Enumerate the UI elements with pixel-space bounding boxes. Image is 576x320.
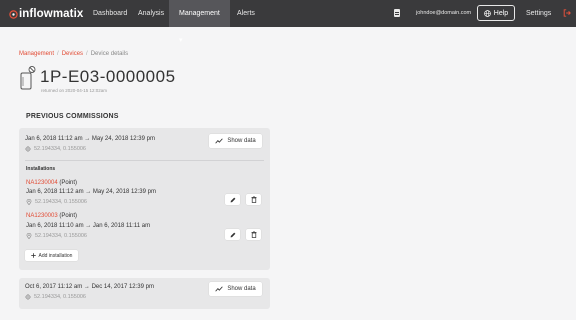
commission-card: Jan 6, 2018 11:12 am → May 24, 2018 12:3… [19,128,270,270]
commission-coords: 52.194334, 0.155006 [25,294,86,300]
previous-commissions-heading: PREVIOUS COMMISSIONS [26,113,119,120]
trash-icon [250,196,257,203]
nav-management[interactable]: Management ▾ [169,0,230,44]
commission-card: Oct 6, 2017 11:12 am → Dec 14, 2017 12:3… [19,278,270,309]
device-id-title: 1P-E03-0000005 [40,67,176,86]
breadcrumb-separator: / [86,51,88,57]
help-button[interactable]: Help [477,5,515,21]
show-data-label: Show data [227,286,256,292]
commission-coords: 52.194334, 0.155006 [25,146,86,152]
add-installation-label: Add installation [38,252,73,259]
installations-heading: Installations [26,166,56,172]
nav-alerts[interactable]: Alerts [227,0,265,27]
commission-date-range: Oct 6, 2017 11:12 am → Dec 14, 2017 12:3… [25,284,154,290]
settings-link[interactable]: Settings [526,0,551,27]
installation-coords: 52.194334, 0.155006 [26,199,87,205]
installation-date-range: Jan 6, 2018 11:10 am → Jan 6, 2018 11:11… [26,223,151,229]
show-data-label: Show data [227,138,256,144]
device-status-text: returned on 2020-04-15 12:02am [41,88,108,93]
commission-date-range: Jan 6, 2018 11:12 am → May 24, 2018 12:3… [25,136,155,142]
crosshair-icon [25,146,31,152]
installation-type: (Point) [59,180,78,186]
globe-icon [484,9,491,17]
installation-code-link[interactable]: NA1230003 [26,213,58,219]
delete-button[interactable] [246,194,261,205]
logout-icon[interactable] [563,9,571,19]
logo[interactable]: inflowmatix [9,7,83,21]
breadcrumb: Management / Devices / Device details [19,51,128,57]
logo-mark-icon [9,9,18,19]
document-icon[interactable] [394,9,400,17]
installation-date-range: Jan 6, 2018 11:12 am → May 24, 2018 12:3… [26,189,156,195]
plus-icon [30,253,36,258]
chart-icon [215,286,224,292]
show-data-button[interactable]: Show data [209,282,262,296]
delete-button[interactable] [246,229,261,240]
device-icon [20,65,36,90]
crosshair-icon [25,294,31,300]
edit-button[interactable] [225,229,240,240]
pencil-icon [230,197,235,202]
map-pin-icon [26,199,32,205]
breadcrumb-separator: / [57,51,59,57]
nav-analysis[interactable]: Analysis [128,0,174,27]
top-navbar: inflowmatix Dashboard Analysis Managemen… [0,0,576,44]
coords-text: 52.194334, 0.155006 [34,294,86,300]
installation-name: NA1230003 (Point) [26,213,77,219]
show-data-button[interactable]: Show data [209,134,262,148]
coords-text: 52.194334, 0.155006 [34,146,86,152]
installation-code-link[interactable]: NA1230004 [26,180,58,186]
coords-text: 52.194334, 0.155006 [35,199,87,205]
installation-coords: 52.194334, 0.155006 [26,233,87,239]
pencil-icon [230,232,235,237]
user-email[interactable]: johndoe@domain.com [416,0,471,27]
edit-button[interactable] [225,194,240,205]
chart-icon [215,138,224,144]
add-installation-button[interactable]: Add installation [25,250,78,261]
trash-icon [250,231,257,238]
installation-name: NA1230004 (Point) [26,180,77,186]
installation-type: (Point) [59,213,78,219]
logo-text: inflowmatix [19,8,84,20]
divider [25,160,264,161]
help-label: Help [493,9,509,17]
coords-text: 52.194334, 0.155006 [35,233,87,239]
map-pin-icon [26,233,32,239]
breadcrumb-devices[interactable]: Devices [62,51,83,57]
breadcrumb-current: Device details [90,51,129,57]
breadcrumb-management[interactable]: Management [19,51,54,57]
